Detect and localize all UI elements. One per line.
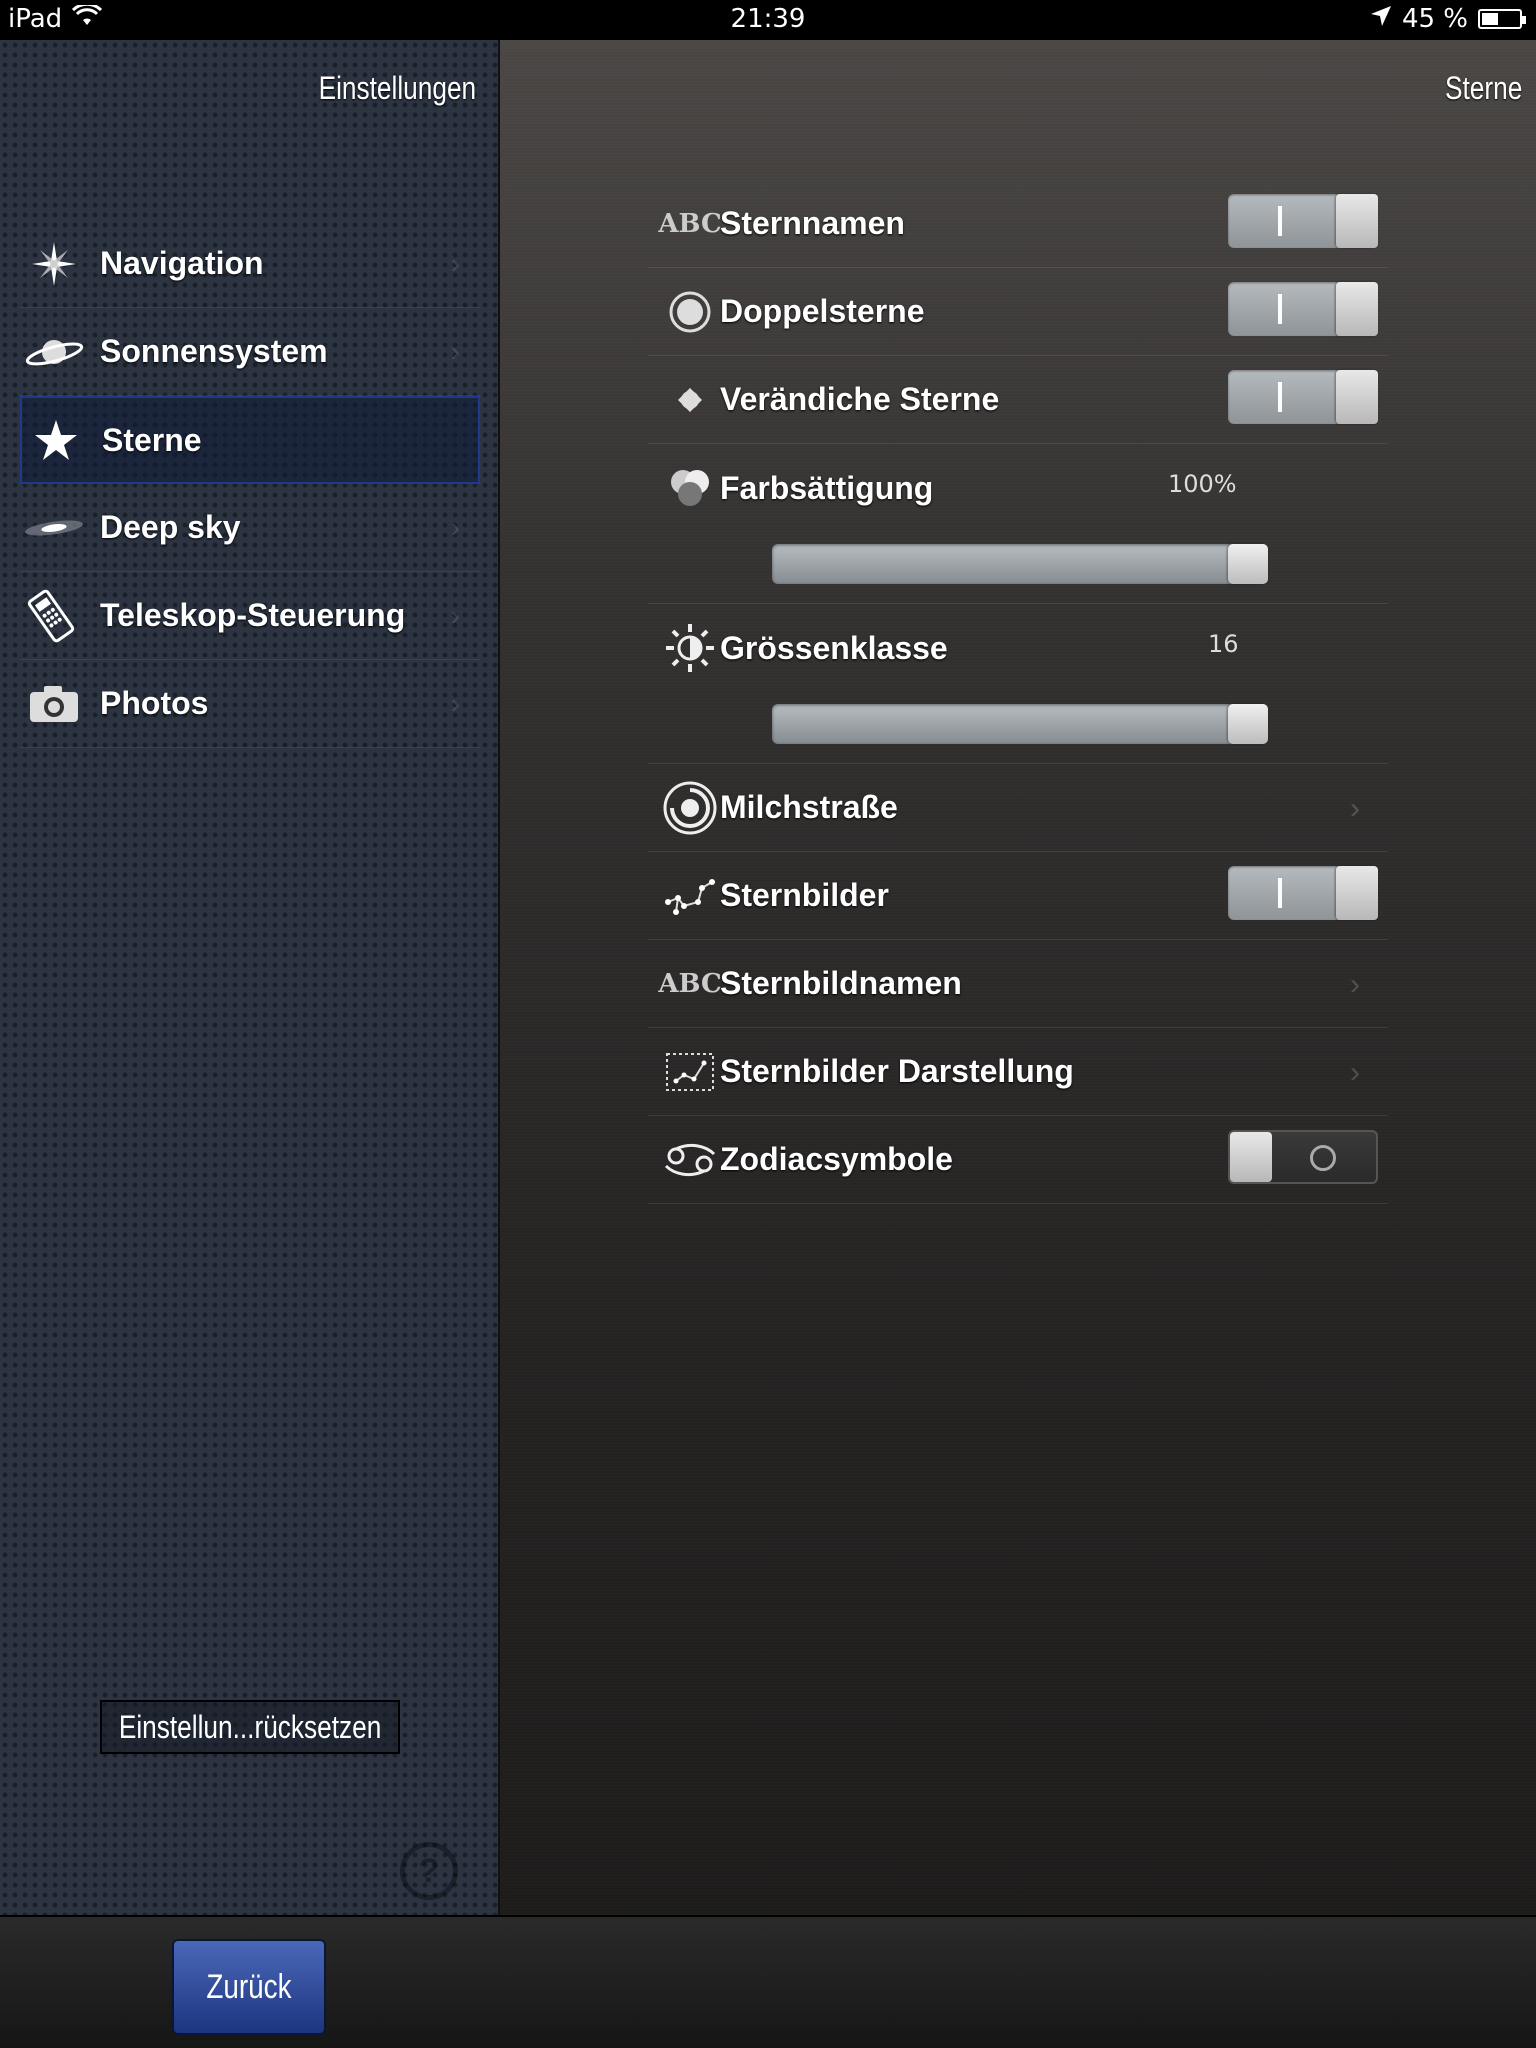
row-farbsaettigung: Farbsättigung 100%: [648, 444, 1388, 604]
row-doppelsterne: Doppelsterne: [648, 268, 1388, 356]
settings-sidebar: Einstellungen Navigation › Sonnensystem …: [0, 40, 500, 1915]
sidebar-item-label: Photos: [100, 685, 209, 721]
row-milchstrasse[interactable]: Milchstraße ›: [648, 764, 1388, 852]
brightness-icon: [660, 618, 720, 678]
abc-icon-text: ABC: [658, 968, 722, 999]
camera-icon: [24, 684, 84, 724]
battery-icon: [1478, 9, 1526, 29]
status-bar: iPad 21:39 45 %: [0, 0, 1536, 40]
abc-icon: ABC: [658, 954, 722, 1014]
sidebar-title: Einstellungen: [318, 70, 476, 106]
sternbilder-toggle[interactable]: [1228, 866, 1378, 920]
sidebar-item-deep-sky[interactable]: Deep sky ›: [20, 484, 480, 572]
milky-way-icon: [660, 778, 720, 838]
help-icon[interactable]: ?: [400, 1842, 458, 1900]
row-label: Doppelsterne: [720, 293, 925, 329]
saturn-icon: [24, 332, 84, 372]
row-label: Milchstraße: [720, 789, 898, 825]
sternnamen-toggle[interactable]: [1228, 194, 1378, 248]
star-icon: [26, 418, 86, 462]
back-button[interactable]: Zurück: [172, 1939, 326, 2035]
sidebar-item-sonnensystem[interactable]: Sonnensystem ›: [20, 308, 480, 396]
row-zodiacsymbole: Zodiacsymbole: [648, 1116, 1388, 1204]
row-label: Farbsättigung: [720, 470, 934, 506]
bottom-toolbar: Zurück: [0, 1915, 1536, 2048]
chevron-right-icon: ›: [450, 336, 460, 367]
row-label: Sternnamen: [720, 205, 905, 241]
sidebar-item-label: Deep sky: [100, 509, 241, 545]
chevron-right-icon: ›: [450, 248, 460, 279]
chevron-right-icon: ›: [450, 512, 460, 543]
zodiacsymbole-toggle[interactable]: [1228, 1130, 1378, 1184]
settings-rows: ABC Sternnamen Doppelsterne Verändiche S…: [648, 180, 1388, 1204]
remote-control-icon: [24, 588, 84, 644]
battery-fill: [1482, 13, 1499, 25]
row-label: Sternbildnamen: [720, 965, 962, 1001]
sidebar-item-teleskop-steuerung[interactable]: Teleskop-Steuerung ›: [20, 572, 480, 660]
sidebar-item-sterne[interactable]: Sterne: [20, 396, 480, 484]
compass-star-icon: [24, 240, 84, 288]
chevron-right-icon: ›: [450, 600, 460, 631]
sidebar-item-label: Navigation: [100, 245, 264, 281]
row-label: Verändiche Sterne: [720, 381, 1000, 417]
chevron-right-icon: ›: [1350, 792, 1360, 825]
sidebar-item-navigation[interactable]: Navigation ›: [20, 220, 480, 308]
constellation-frame-icon: [660, 1042, 720, 1102]
row-label: Sternbilder Darstellung: [720, 1053, 1074, 1089]
veraendliche-sterne-toggle[interactable]: [1228, 370, 1378, 424]
row-label: Zodiacsymbole: [720, 1141, 953, 1177]
variable-star-icon: [660, 370, 720, 430]
back-button-label: Zurück: [206, 1967, 292, 2006]
status-right: 45 %: [1370, 4, 1526, 34]
groessenklasse-value: 16: [1208, 630, 1239, 658]
row-label: Grössenklasse: [720, 630, 948, 666]
constellation-icon: [660, 866, 720, 926]
location-arrow-icon: [1370, 4, 1392, 34]
groessenklasse-slider[interactable]: [772, 704, 1268, 744]
doppelsterne-toggle[interactable]: [1228, 282, 1378, 336]
zodiac-cancer-icon: [660, 1130, 720, 1190]
status-time: 21:39: [730, 4, 806, 34]
abc-icon: ABC: [658, 194, 722, 254]
chevron-right-icon: ›: [1350, 1056, 1360, 1089]
row-sternnamen: ABC Sternnamen: [648, 180, 1388, 268]
abc-icon-text: ABC: [658, 208, 722, 239]
detail-title: Sterne: [1444, 70, 1522, 106]
sidebar-item-photos[interactable]: Photos ›: [20, 660, 480, 748]
color-circles-icon: [660, 458, 720, 518]
row-label: Sternbilder: [720, 877, 889, 913]
galaxy-icon: [24, 513, 84, 543]
sterne-detail-panel: Sterne ABC Sternnamen Doppelsterne Verän…: [500, 40, 1536, 1915]
chevron-right-icon: ›: [450, 688, 460, 719]
row-veraendliche-sterne: Verändiche Sterne: [648, 356, 1388, 444]
sidebar-item-label: Sonnensystem: [100, 333, 328, 369]
sidebar-item-label: Sterne: [102, 421, 202, 458]
chevron-right-icon: ›: [1350, 968, 1360, 1001]
row-sternbilder: Sternbilder: [648, 852, 1388, 940]
reset-settings-button[interactable]: Einstellun...rücksetzen: [100, 1700, 400, 1754]
reset-settings-label: Einstellun...rücksetzen: [118, 1708, 382, 1745]
farbsaettigung-slider[interactable]: [772, 544, 1268, 584]
slider-thumb[interactable]: [1228, 704, 1268, 744]
row-sternbildnamen[interactable]: ABC Sternbildnamen ›: [648, 940, 1388, 1028]
sidebar-item-label: Teleskop-Steuerung: [100, 597, 406, 633]
sidebar-list: Navigation › Sonnensystem › Sterne Deep …: [20, 220, 480, 748]
row-sternbilder-darstellung[interactable]: Sternbilder Darstellung ›: [648, 1028, 1388, 1116]
battery-percent: 45 %: [1401, 4, 1468, 34]
farbsaettigung-value: 100%: [1168, 470, 1237, 498]
double-star-icon: [660, 282, 720, 342]
slider-thumb[interactable]: [1228, 544, 1268, 584]
row-groessenklasse: Grössenklasse 16: [648, 604, 1388, 764]
